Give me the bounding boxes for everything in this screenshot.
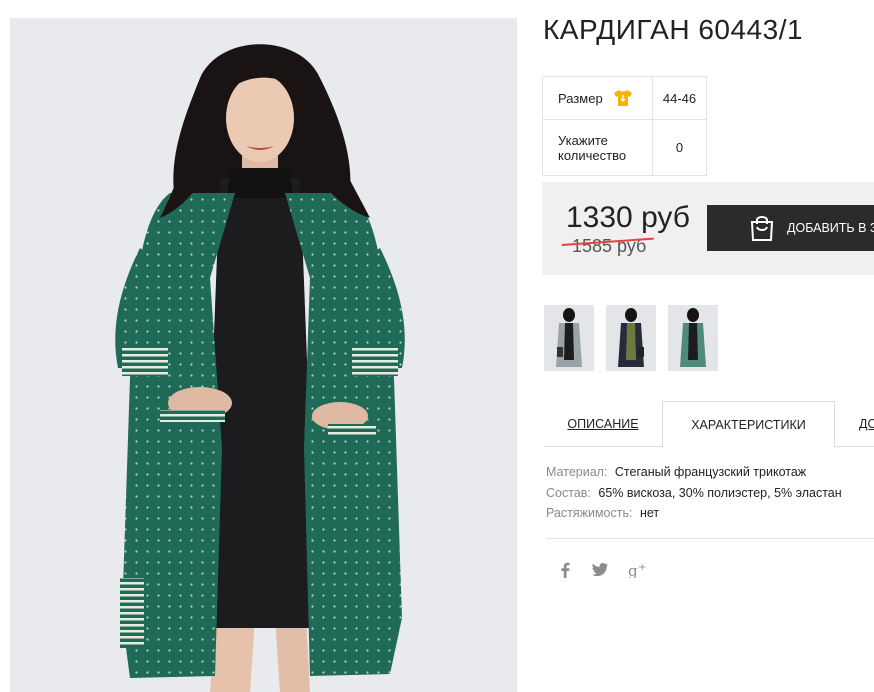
svg-text:g: g [628, 562, 638, 578]
quantity-input[interactable]: 0 [652, 119, 707, 176]
thumbnail-grey-cardigan[interactable] [544, 305, 594, 371]
size-row: Размер 44-46 [542, 76, 707, 120]
product-title: КАРДИГАН 60443/1 [543, 14, 804, 45]
product-spec-table: Размер 44-46 Укажите количество 0 [542, 76, 707, 176]
thumbnail-strip [544, 305, 718, 371]
quantity-label: Укажите количество [542, 119, 653, 176]
property-key: Материал: [546, 465, 608, 479]
product-page: КАРДИГАН 60443/1 Размер 44-46 Укажите ко… [0, 0, 874, 692]
social-share: g + [558, 562, 648, 578]
property-value: 65% вискоза, 30% полиэстер, 5% эластан [598, 485, 842, 500]
property-value: Стеганый французский трикотаж [614, 465, 807, 479]
main-product-photo[interactable] [10, 18, 517, 692]
tab-characteristics[interactable]: ХАРАКТЕРИСТИКИ [662, 401, 835, 448]
divider [546, 538, 874, 539]
google-plus-icon[interactable]: g + [628, 562, 648, 578]
price-box: 1330 руб 1585 руб ДОБАВИТЬ В З [542, 182, 874, 275]
tab-more[interactable]: ДО [835, 401, 874, 447]
thumbnail-green-cardigan[interactable] [668, 305, 718, 371]
quantity-row: Укажите количество 0 [542, 119, 707, 176]
property-row: Растяжимость: нет [546, 503, 842, 524]
size-label-cell: Размер [542, 76, 653, 120]
property-value: нет [639, 506, 660, 520]
product-tabs: ОПИСАНИЕ ХАРАКТЕРИСТИКИ ДО [544, 401, 874, 448]
property-key: Состав: [546, 485, 591, 500]
property-row: Материал: Стеганый французский трикотаж [546, 462, 842, 483]
property-row: Состав: 65% вискоза, 30% полиэстер, 5% э… [546, 483, 842, 504]
add-to-cart-label: ДОБАВИТЬ В З [787, 221, 874, 235]
current-price: 1330 руб [566, 201, 690, 234]
shopping-bag-icon [750, 216, 774, 241]
property-key: Растяжимость: [546, 506, 633, 520]
characteristics-list: Материал: Стеганый французский трикотаж … [546, 462, 842, 524]
twitter-icon[interactable] [592, 563, 608, 577]
thumbnail-navy-cardigan[interactable] [606, 305, 656, 371]
tab-description[interactable]: ОПИСАНИЕ [544, 401, 662, 447]
size-value[interactable]: 44-46 [652, 76, 707, 120]
svg-text:+: + [638, 562, 646, 573]
size-label: Размер [558, 90, 603, 106]
tshirt-icon[interactable] [613, 89, 633, 107]
add-to-cart-button[interactable]: ДОБАВИТЬ В З [707, 205, 874, 251]
facebook-icon[interactable] [558, 562, 572, 578]
